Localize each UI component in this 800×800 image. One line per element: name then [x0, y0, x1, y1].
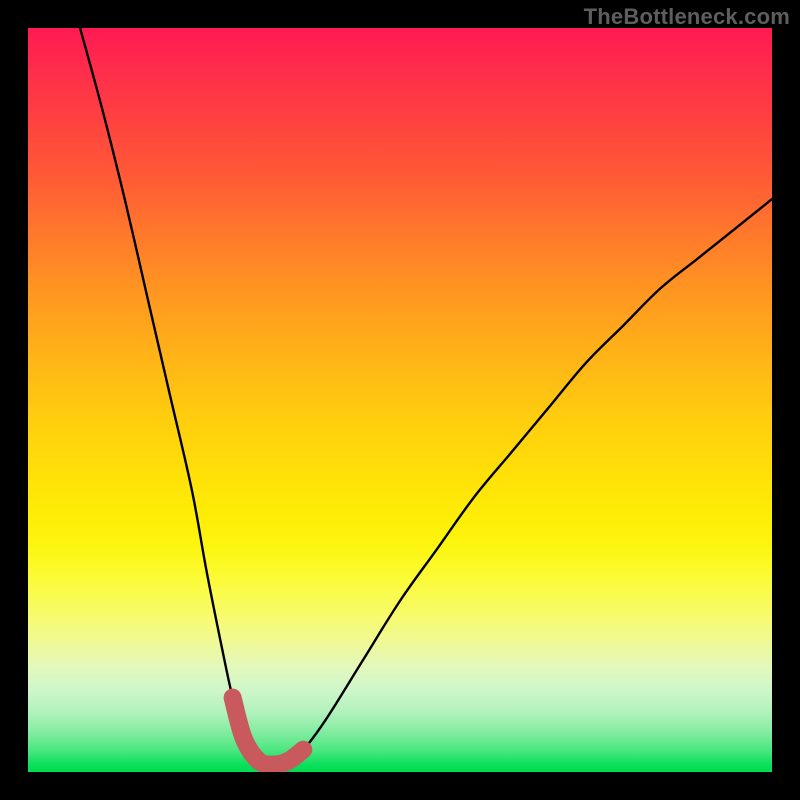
highlighted-region [233, 698, 304, 765]
plot-area [28, 28, 772, 772]
curve-layer [28, 28, 772, 772]
bottleneck-curve [80, 28, 772, 765]
highlight-start-dot [225, 690, 241, 706]
chart-frame: TheBottleneck.com [0, 0, 800, 800]
watermark-text: TheBottleneck.com [584, 4, 790, 30]
